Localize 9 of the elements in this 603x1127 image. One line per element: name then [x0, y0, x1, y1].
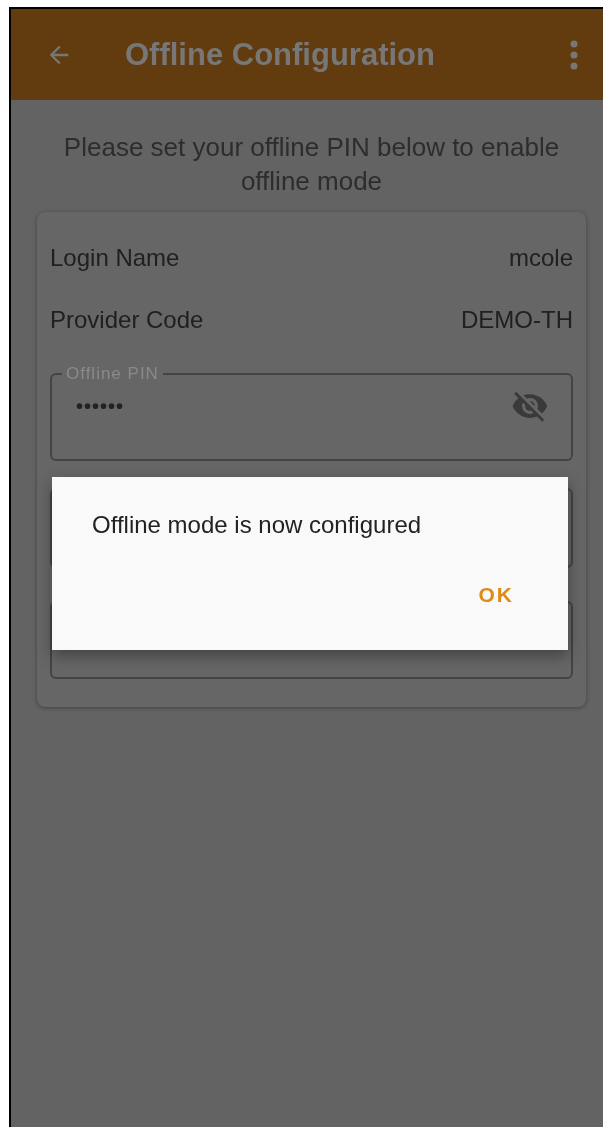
more-vertical-icon: [569, 39, 579, 70]
detail-value: DEMO-TH: [461, 306, 573, 334]
screen-title: Offline Configuration: [125, 36, 436, 73]
detail-value: mcole: [508, 244, 573, 272]
detail-label: Login Name: [50, 244, 180, 272]
dialog-message: Offline mode is now configured: [92, 511, 423, 539]
detail-label: Provider Code: [50, 306, 204, 334]
pin-value: ••••••: [76, 394, 124, 418]
ok-button[interactable]: OK: [464, 577, 528, 613]
